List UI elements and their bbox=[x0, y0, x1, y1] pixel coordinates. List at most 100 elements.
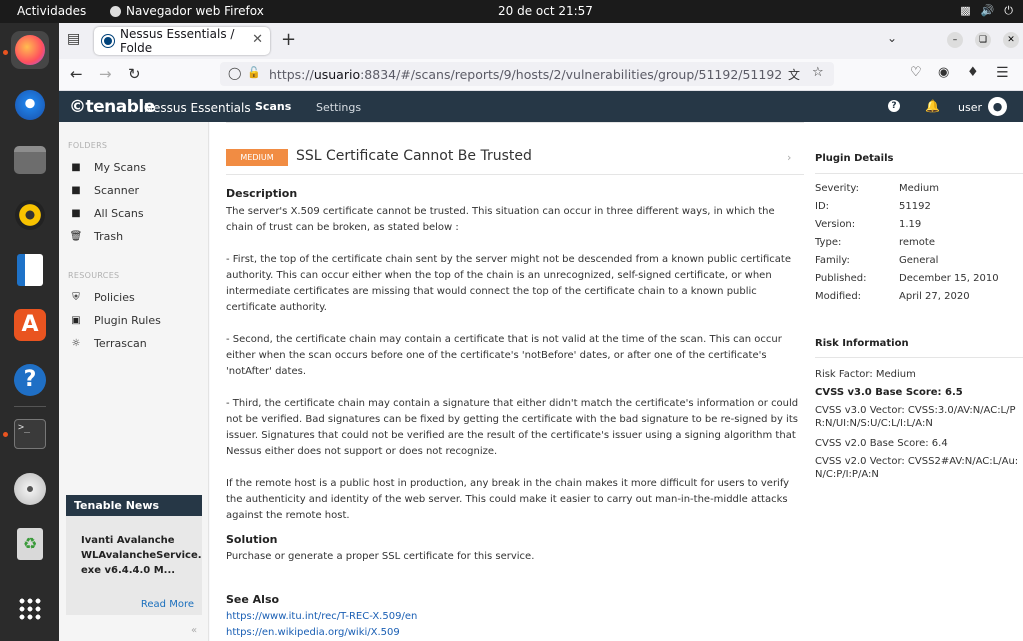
plugin-icon: ▣ bbox=[71, 315, 81, 326]
read-more-link[interactable]: Read More bbox=[141, 599, 194, 610]
terminal-dock-icon[interactable]: >_ bbox=[11, 415, 49, 453]
firefox-dock-icon[interactable] bbox=[11, 31, 49, 69]
risk-factor: Risk Factor: Medium bbox=[815, 369, 916, 380]
rhythmbox-dock-icon[interactable] bbox=[11, 196, 49, 234]
firefox-window: ▤ Nessus Essentials / Folde ✕ + ⌄ – ❏ ✕ … bbox=[59, 23, 1023, 641]
detail-value: December 15, 2010 bbox=[899, 273, 999, 284]
minimize-icon[interactable]: – bbox=[947, 32, 963, 48]
nessus-sidebar: FOLDERS ■ My Scans ■ Scanner ■ All Scans… bbox=[59, 122, 209, 641]
tab-bar: ▤ Nessus Essentials / Folde ✕ + ⌄ – ❏ ✕ bbox=[59, 23, 1023, 59]
news-headline[interactable]: Ivanti Avalanche WLAvalancheService. exe… bbox=[66, 516, 202, 578]
chevron-right-icon[interactable]: › bbox=[787, 151, 791, 164]
sidebar-item-plugin-rules[interactable]: ▣ Plugin Rules bbox=[69, 314, 161, 327]
bookmark-star-icon[interactable]: ☆ bbox=[812, 65, 824, 80]
writer-dock-icon[interactable] bbox=[11, 251, 49, 289]
url-bar[interactable]: ◯ 🔓 https://usuario:8834/#/scans/reports… bbox=[220, 62, 834, 86]
cvss3-base-score: CVSS v3.0 Base Score: 6.5 bbox=[815, 387, 963, 398]
clock[interactable]: 20 de oct 21:57 bbox=[498, 4, 593, 18]
detail-value: remote bbox=[899, 237, 935, 248]
menu-icon[interactable]: ☰ bbox=[996, 65, 1009, 81]
files-dock-icon[interactable] bbox=[11, 141, 49, 179]
notifications-bell-icon[interactable]: 🔔 bbox=[925, 99, 940, 113]
solution-heading: Solution bbox=[226, 533, 278, 546]
reload-icon[interactable]: ↻ bbox=[128, 65, 141, 83]
volume-icon: 🔊 bbox=[980, 4, 995, 17]
lock-warning-icon[interactable]: 🔓 bbox=[247, 66, 261, 79]
trash-icon: 🗑 bbox=[69, 231, 83, 242]
sidebar-item-trash[interactable]: 🗑 Trash bbox=[69, 230, 123, 243]
description-paragraph: - First, the top of the certificate chai… bbox=[226, 254, 792, 313]
thunderbird-dock-icon[interactable] bbox=[11, 86, 49, 124]
product-name: Nessus Essentials bbox=[144, 101, 251, 115]
shield-icon[interactable]: ◯ bbox=[228, 66, 241, 80]
detail-row: Type: remote bbox=[815, 237, 935, 248]
navigation-toolbar: ← → ↻ ◯ 🔓 https://usuario:8834/#/scans/r… bbox=[59, 59, 1023, 91]
app-center-dock-icon[interactable]: A bbox=[11, 306, 49, 344]
pocket-icon[interactable]: ♡ bbox=[910, 65, 922, 80]
back-icon[interactable]: ← bbox=[70, 65, 83, 83]
help-icon[interactable]: ? bbox=[888, 100, 900, 112]
nav-settings[interactable]: Settings bbox=[316, 101, 361, 114]
risk-divider bbox=[815, 357, 1023, 358]
sidebar-item-scanner[interactable]: ■ Scanner bbox=[69, 184, 139, 197]
tab-overview-icon[interactable]: ▤ bbox=[67, 31, 80, 47]
detail-key: Modified: bbox=[815, 291, 862, 302]
tab-title: Nessus Essentials / Folde bbox=[119, 27, 235, 55]
cvss3-vector: CVSS v3.0 Vector: CVSS:3.0/AV:N/AC:L/PR:… bbox=[815, 405, 1016, 429]
tab-nessus[interactable]: Nessus Essentials / Folde ✕ bbox=[94, 27, 270, 55]
sidebar-item-terrascan[interactable]: ☼ Terrascan bbox=[69, 337, 147, 350]
folder-icon: ■ bbox=[71, 185, 81, 196]
top-divider bbox=[226, 122, 804, 123]
description-heading: Description bbox=[226, 187, 298, 200]
title-divider bbox=[226, 174, 804, 175]
close-window-icon[interactable]: ✕ bbox=[1003, 32, 1019, 48]
shield-icon: ⛨ bbox=[72, 292, 80, 303]
collapse-sidebar-icon[interactable]: « bbox=[191, 625, 197, 636]
list-tabs-chevron-icon[interactable]: ⌄ bbox=[887, 31, 897, 45]
detail-key: ID: bbox=[815, 201, 830, 212]
sidebar-item-label: My Scans bbox=[94, 161, 146, 174]
app-name-label: Navegador web Firefox bbox=[126, 4, 264, 18]
description-paragraph: - Third, the certificate chain may conta… bbox=[226, 398, 799, 457]
sidebar-item-all-scans[interactable]: ■ All Scans bbox=[69, 207, 144, 220]
detail-key: Family: bbox=[815, 255, 850, 266]
plugin-details-heading: Plugin Details bbox=[815, 153, 894, 164]
detail-key: Version: bbox=[815, 219, 856, 230]
forward-icon[interactable]: → bbox=[99, 65, 112, 83]
vulnerability-detail: MEDIUM SSL Certificate Cannot Be Trusted… bbox=[210, 122, 1023, 641]
maximize-icon[interactable]: ❏ bbox=[975, 32, 991, 48]
detail-value: General bbox=[899, 255, 939, 266]
trash-dock-icon[interactable]: ♻ bbox=[11, 525, 49, 563]
translate-icon[interactable]: 文 bbox=[788, 66, 800, 83]
sidebar-item-label: Policies bbox=[94, 291, 135, 304]
disc-dock-icon[interactable] bbox=[11, 470, 49, 508]
sidebar-item-label: All Scans bbox=[94, 207, 144, 220]
url-prefix: https:// bbox=[269, 66, 314, 82]
new-tab-icon[interactable]: + bbox=[281, 29, 296, 50]
account-icon[interactable]: ◉ bbox=[938, 65, 949, 80]
cvss2-base-score: CVSS v2.0 Base Score: 6.4 bbox=[815, 438, 948, 449]
tenable-logo[interactable]: ©tenable bbox=[69, 97, 155, 117]
sidebar-item-my-scans[interactable]: ■ My Scans bbox=[69, 161, 146, 174]
show-apps-icon[interactable] bbox=[11, 590, 49, 628]
detail-key: Type: bbox=[815, 237, 842, 248]
extensions-icon[interactable]: ♦ bbox=[967, 65, 979, 80]
see-also-link[interactable]: https://www.itu.int/rec/T-REC-X.509/en bbox=[226, 611, 417, 622]
app-menu[interactable]: Navegador web Firefox bbox=[110, 4, 264, 18]
see-also-link[interactable]: https://en.wikipedia.org/wiki/X.509 bbox=[226, 627, 400, 638]
detail-value: 1.19 bbox=[899, 219, 922, 230]
dock: A ? >_ ♻ bbox=[0, 23, 59, 641]
system-tray[interactable]: ▩ 🔊 ⏻ bbox=[960, 4, 1013, 18]
user-avatar-icon[interactable]: ● bbox=[988, 97, 1007, 116]
activities-button[interactable]: Actividades bbox=[17, 4, 86, 18]
description-paragraph: The server's X.509 certificate cannot be… bbox=[226, 206, 775, 233]
folder-icon: ■ bbox=[71, 208, 81, 219]
tenable-news-widget: Tenable News Ivanti Avalanche WLAvalanch… bbox=[66, 495, 202, 615]
user-name[interactable]: user bbox=[958, 101, 982, 114]
detail-row: Version: 1.19 bbox=[815, 219, 921, 230]
sidebar-item-policies[interactable]: ⛨ Policies bbox=[69, 291, 135, 304]
close-tab-icon[interactable]: ✕ bbox=[252, 32, 263, 47]
help-dock-icon[interactable]: ? bbox=[11, 361, 49, 399]
detail-row: Family: General bbox=[815, 255, 938, 266]
nav-scans[interactable]: Scans bbox=[255, 100, 291, 113]
